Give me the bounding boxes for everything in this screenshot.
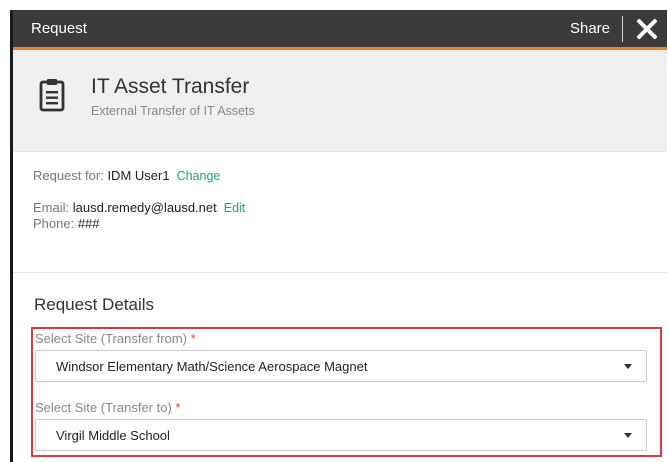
requester-info: Request for: IDM User1 Change Email: laus…: [13, 152, 667, 273]
clipboard-icon: [39, 79, 65, 112]
close-icon[interactable]: [635, 17, 659, 41]
site-fields-highlight: Select Site (Transfer from) * Windsor El…: [31, 327, 662, 457]
transfer-from-value: Windsor Elementary Math/Science Aerospac…: [56, 358, 368, 374]
titlebar: Request Share: [13, 10, 667, 50]
share-button[interactable]: Share: [570, 20, 610, 37]
phone-value: ###: [77, 216, 100, 231]
titlebar-actions: Share: [570, 15, 659, 42]
request-details: Request Details Select Site (Transfer fr…: [13, 273, 667, 457]
request-for-value: IDM User1: [107, 168, 170, 183]
email-label: Email:: [33, 200, 73, 215]
chevron-down-icon: [624, 432, 632, 438]
transfer-from-label: Select Site (Transfer from) *: [35, 331, 660, 346]
details-title: Request Details: [34, 295, 155, 314]
transfer-to-value: Virgil Middle School: [56, 427, 170, 443]
request-subtitle: External Transfer of IT Assets: [91, 104, 255, 118]
request-for-label: Request for:: [33, 168, 108, 183]
transfer-from-select[interactable]: Windsor Elementary Math/Science Aerospac…: [35, 350, 647, 382]
request-for-row: Request for: IDM User1 Change: [33, 168, 647, 184]
change-link[interactable]: Change: [177, 169, 221, 183]
divider: [622, 15, 623, 42]
request-title: IT Asset Transfer: [91, 75, 250, 98]
request-header: IT Asset Transfer External Transfer of I…: [13, 50, 667, 152]
transfer-to-label: Select Site (Transfer to) *: [35, 400, 660, 415]
transfer-to-select[interactable]: Virgil Middle School: [35, 419, 647, 451]
chevron-down-icon: [624, 363, 632, 369]
header-text: IT Asset Transfer External Transfer of I…: [91, 74, 255, 118]
email-value: lausd.remedy@lausd.net: [72, 200, 217, 215]
transfer-to-label-text: Select Site (Transfer to): [35, 400, 172, 415]
required-marker: *: [175, 400, 181, 415]
required-marker: *: [190, 331, 196, 346]
transfer-from-label-text: Select Site (Transfer from): [35, 331, 187, 346]
email-row: Email: lausd.remedy@lausd.net Edit: [33, 200, 647, 216]
request-panel: Request Share IT Asset Transfer External…: [10, 10, 667, 462]
phone-label: Phone:: [33, 216, 78, 231]
edit-link[interactable]: Edit: [224, 201, 246, 215]
phone-row: Phone: ###: [33, 216, 647, 232]
panel-title: Request: [31, 20, 87, 37]
